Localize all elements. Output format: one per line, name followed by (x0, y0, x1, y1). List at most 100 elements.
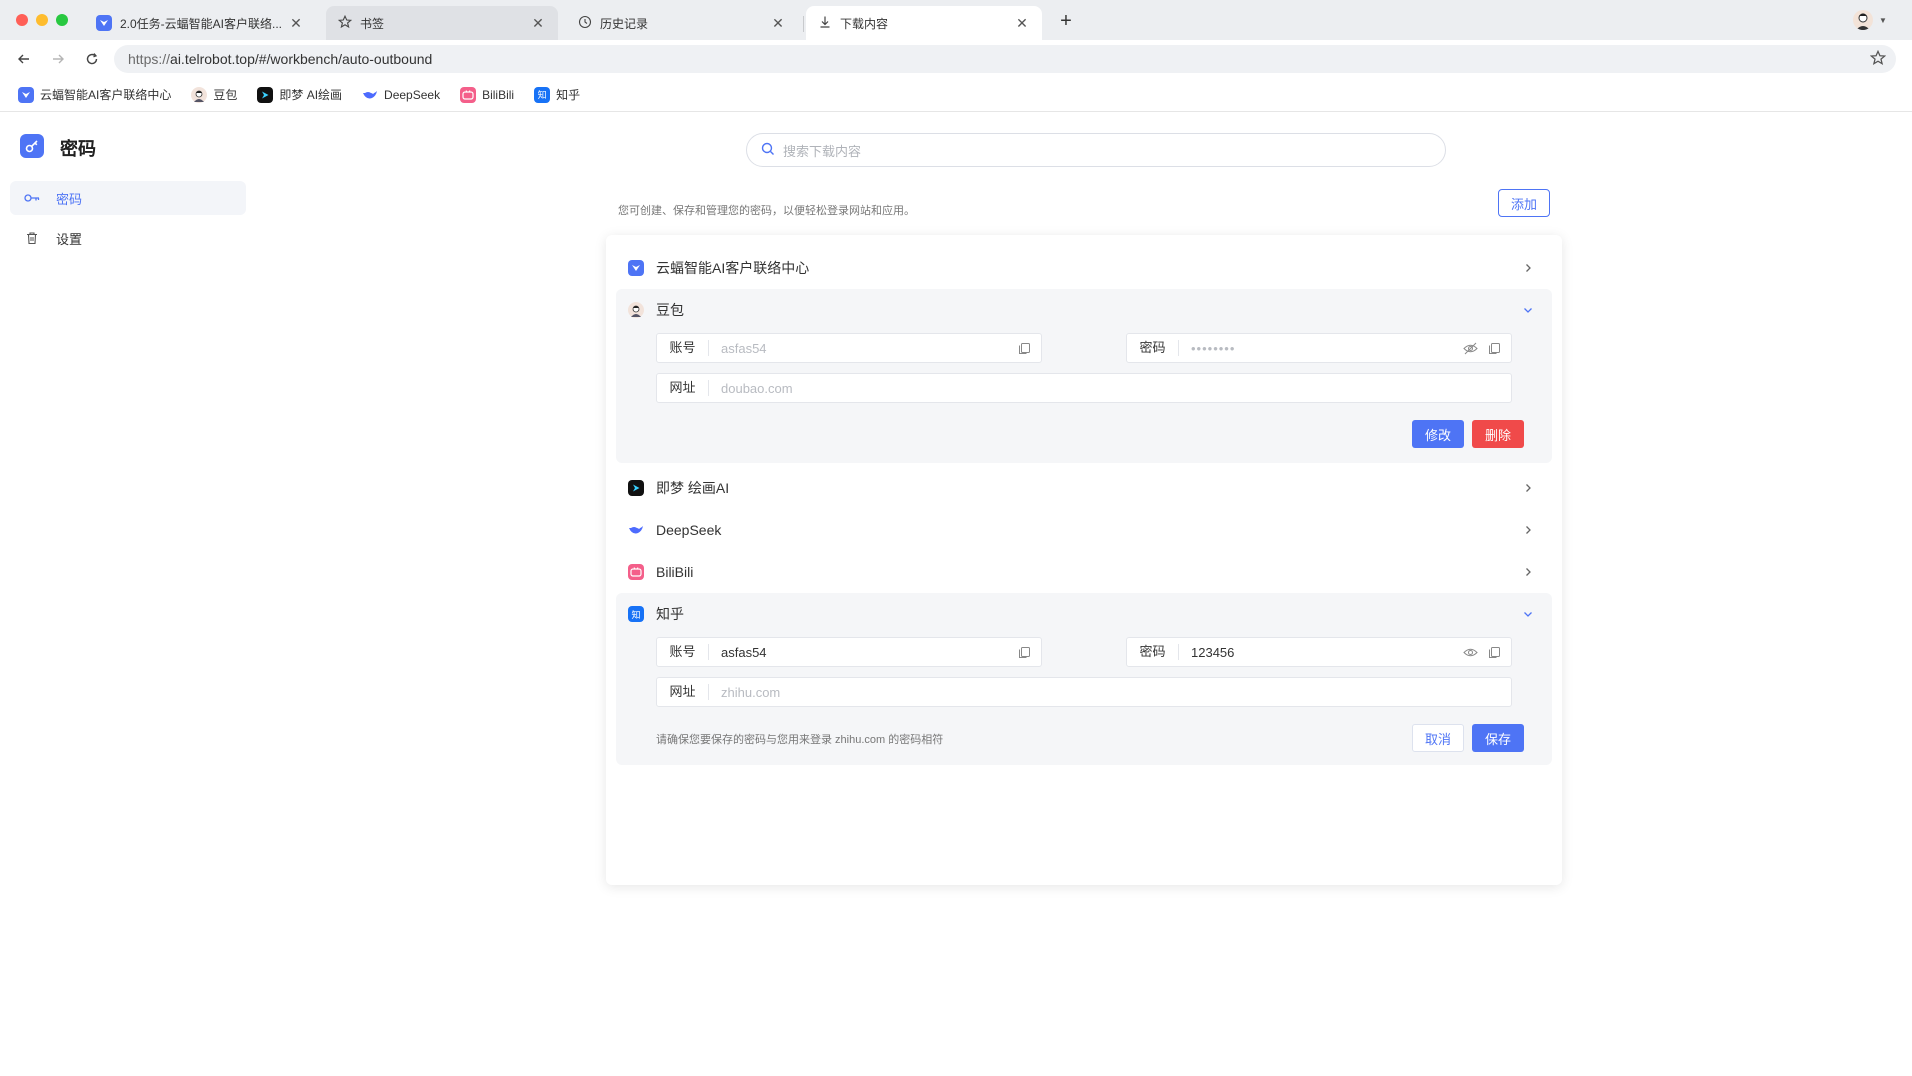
password-entry-bilibili[interactable]: BiliBili (616, 551, 1552, 593)
deepseek-favicon (628, 522, 644, 538)
chevron-right-icon[interactable] (1520, 522, 1536, 538)
tab-bookmarks[interactable]: 书签 ✕ (326, 6, 558, 40)
search-input[interactable]: 搜索下载内容 (746, 133, 1446, 167)
chevron-right-icon[interactable] (1520, 260, 1536, 276)
chevron-down-icon[interactable] (1520, 302, 1536, 318)
close-tab-icon[interactable]: ✕ (288, 15, 304, 32)
password-entry-deepseek[interactable]: DeepSeek (616, 509, 1552, 551)
back-button[interactable] (14, 49, 34, 69)
eye-off-icon[interactable] (1463, 342, 1478, 355)
password-entry-jimeng[interactable]: 即梦 绘画AI (616, 467, 1552, 509)
new-tab-button[interactable]: + (1055, 10, 1077, 32)
copy-icon[interactable] (1488, 646, 1501, 659)
close-tab-icon[interactable]: ✕ (1014, 15, 1030, 32)
copy-icon[interactable] (1018, 646, 1031, 659)
website-field[interactable]: 网址 doubao.com (656, 373, 1512, 403)
tab-yunfu[interactable]: 2.0任务-云蝠智能AI客户联络... ✕ (84, 6, 316, 40)
reload-button[interactable] (82, 49, 102, 69)
chevron-down-icon[interactable] (1520, 606, 1536, 622)
page-description: 您可创建、保存和管理您的密码，以便轻松登录网站和应用。 (618, 205, 915, 217)
eye-icon[interactable] (1463, 646, 1478, 659)
download-icon (818, 15, 832, 32)
account-field[interactable]: 账号 asfas54 (656, 637, 1042, 667)
entry-name: BiliBili (656, 564, 694, 580)
copy-icon[interactable] (1018, 342, 1031, 355)
yunfu-favicon (628, 260, 644, 276)
password-value: 123456 (1191, 644, 1235, 660)
profile-button[interactable]: ▼ (1850, 8, 1896, 32)
password-entry-zhihu-expanded: 知 知乎 账号 asfas54 密码 123456 网址 zhihu.com 请… (616, 593, 1552, 765)
website-value: zhihu.com (721, 684, 781, 700)
password-label: 密码 (1127, 340, 1179, 356)
password-value: •••••••• (1191, 340, 1236, 356)
bilibili-favicon (460, 86, 477, 103)
bookmark-label: 知乎 (556, 88, 581, 102)
account-field[interactable]: 账号 asfas54 (656, 333, 1042, 363)
tab-history[interactable]: 历史记录 ✕ (566, 6, 798, 40)
star-icon (337, 14, 353, 32)
url-protocol: https:// (128, 51, 171, 67)
password-field[interactable]: 密码 •••••••• (1126, 333, 1512, 363)
save-button[interactable]: 保存 (1472, 724, 1524, 752)
zhihu-favicon: 知 (628, 606, 644, 622)
bookmark-yunfu[interactable]: 云蝠智能AI客户联络中心 (18, 86, 171, 103)
sidebar-item-passwords[interactable]: 密码 (10, 181, 246, 215)
bookmark-jimeng[interactable]: 即梦 AI绘画 (257, 86, 342, 103)
website-value: doubao.com (721, 380, 793, 396)
close-tab-icon[interactable]: ✕ (530, 15, 546, 32)
browser-tab-strip: 2.0任务-云蝠智能AI客户联络... ✕ 书签 ✕ 历史记录 ✕ 下载内容 ✕… (0, 0, 1912, 40)
password-entry-doubao[interactable]: 豆包 (616, 289, 1552, 331)
sidebar-item-settings[interactable]: 设置 (10, 221, 246, 255)
arrow-right-icon (53, 54, 64, 64)
bookmark-star-icon[interactable] (1869, 49, 1887, 69)
bookmarks-bar: 云蝠智能AI客户联络中心 豆包 即梦 AI绘画 DeepSeek BiliBil… (0, 78, 1912, 112)
edit-button[interactable]: 修改 (1412, 420, 1464, 448)
history-icon (578, 15, 592, 32)
chevron-down-icon: ▼ (1879, 15, 1887, 25)
tab-downloads[interactable]: 下载内容 ✕ (806, 6, 1042, 40)
chevron-right-icon[interactable] (1520, 564, 1536, 580)
chevron-right-icon[interactable] (1520, 480, 1536, 496)
sidebar-item-label: 设置 (56, 231, 83, 247)
close-window-button[interactable] (16, 14, 28, 26)
website-label: 网址 (657, 684, 709, 700)
search-icon (761, 142, 775, 159)
delete-button[interactable]: 删除 (1472, 420, 1524, 448)
minimize-window-button[interactable] (36, 14, 48, 26)
zhihu-favicon: 知 (534, 86, 551, 103)
bookmark-deepseek[interactable]: DeepSeek (362, 87, 440, 103)
sidebar-item-label: 密码 (56, 191, 83, 207)
forward-button[interactable] (48, 49, 68, 69)
password-entry-doubao-expanded: 豆包 账号 asfas54 密码 •••••••• 网址 doubao.com (616, 289, 1552, 463)
arrow-left-icon (18, 54, 29, 64)
password-entry-zhihu[interactable]: 知 知乎 (616, 593, 1552, 635)
password-field[interactable]: 密码 123456 (1126, 637, 1512, 667)
account-label: 账号 (657, 340, 709, 356)
website-field[interactable]: 网址 zhihu.com (656, 677, 1512, 707)
url-text: ai.telrobot.top/#/workbench/auto-outboun… (170, 51, 433, 67)
bilibili-favicon (628, 564, 644, 580)
zoom-window-button[interactable] (56, 14, 68, 26)
password-label: 密码 (1127, 644, 1179, 660)
doubao-favicon (628, 302, 644, 318)
address-bar[interactable]: https://ai.telrobot.top/#/workbench/auto… (114, 45, 1896, 73)
search-placeholder: 搜索下载内容 (783, 143, 862, 159)
entry-name: 豆包 (656, 302, 684, 318)
bookmark-label: 云蝠智能AI客户联络中心 (40, 88, 172, 102)
website-label: 网址 (657, 380, 709, 396)
tab-title: 下载内容 (840, 16, 889, 31)
add-password-button[interactable]: 添加 (1498, 189, 1550, 217)
bookmark-zhihu[interactable]: 知 知乎 (534, 86, 580, 103)
account-value: asfas54 (721, 644, 767, 660)
close-tab-icon[interactable]: ✕ (770, 15, 786, 32)
password-app-logo (20, 134, 44, 158)
bookmark-doubao[interactable]: 豆包 (191, 86, 237, 103)
bookmark-label: 豆包 (213, 88, 238, 102)
jimeng-favicon (257, 86, 274, 103)
copy-icon[interactable] (1488, 342, 1501, 355)
bookmark-bilibili[interactable]: BiliBili (460, 86, 515, 103)
bookmark-label: BiliBili (482, 87, 515, 102)
account-label: 账号 (657, 644, 709, 660)
cancel-button[interactable]: 取消 (1412, 724, 1464, 752)
password-entry-yunfu[interactable]: 云蝠智能AI客户联络中心 (616, 247, 1552, 289)
